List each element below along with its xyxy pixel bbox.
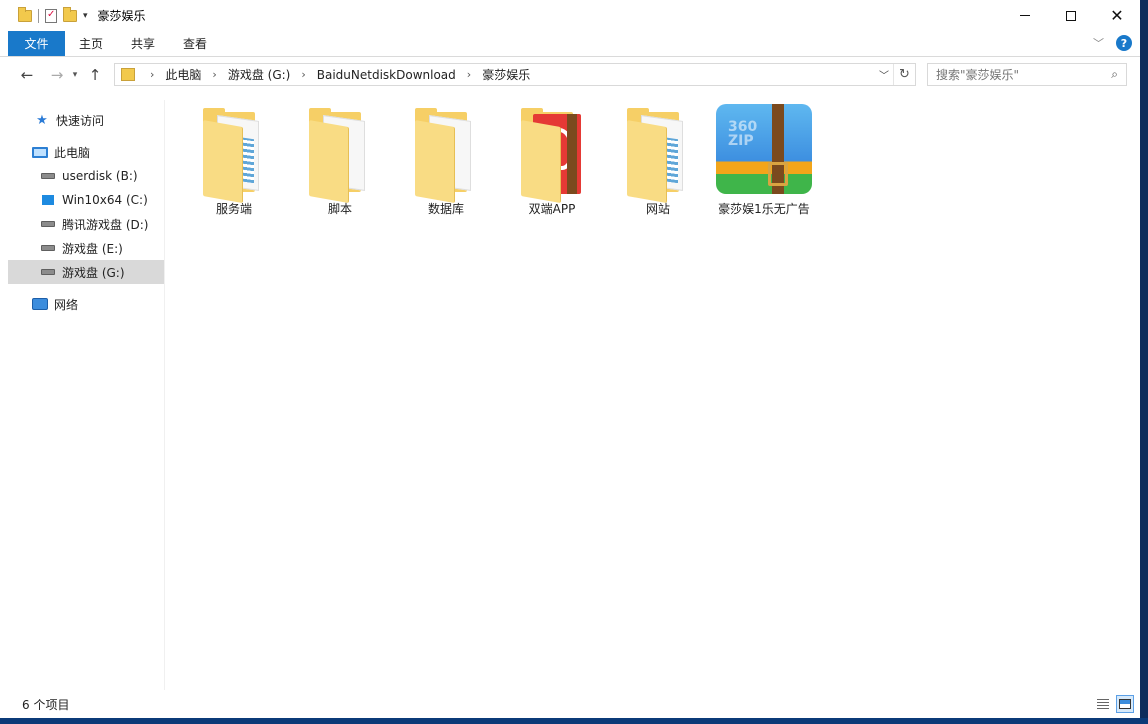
sidebar-item-label: 腾讯游戏盘 (D:): [62, 217, 149, 232]
status-bar: 6 个项目: [0, 692, 1140, 716]
folder-item-dual-app[interactable]: 双端APP: [502, 100, 602, 220]
quick-access-toolbar: ▾: [0, 0, 88, 31]
item-label: 数据库: [427, 202, 464, 216]
minimize-button[interactable]: [1002, 0, 1048, 31]
desktop-edge: [0, 718, 1148, 724]
folder-item-website[interactable]: 网站: [608, 100, 708, 220]
sidebar-item-drive-d[interactable]: 腾讯游戏盘 (D:): [8, 212, 164, 236]
sidebar-item-drive-e[interactable]: 游戏盘 (E:): [8, 236, 164, 260]
close-button[interactable]: ✕: [1094, 0, 1140, 31]
sidebar-item-label: 快速访问: [56, 113, 105, 128]
address-history-chevron-icon[interactable]: ﹀: [879, 67, 889, 82]
drive-icon: [40, 169, 56, 183]
folder-icon: [627, 108, 689, 204]
file-list: 服务端 脚本 数据库 双端APP 网站 360 ZIP 豪莎娱1乐无广告: [166, 100, 1140, 690]
pc-icon: [32, 145, 48, 159]
folder-icon: [521, 108, 583, 204]
search-box[interactable]: ⌕: [927, 63, 1127, 86]
sidebar-item-network[interactable]: 网络: [8, 292, 164, 316]
breadcrumb-separator-icon[interactable]: ›: [150, 68, 154, 81]
sidebar-item-label: 此电脑: [54, 145, 91, 160]
refresh-icon[interactable]: ↻: [893, 64, 915, 85]
large-icons-view-icon: [1119, 699, 1131, 709]
tab-share[interactable]: 共享: [117, 31, 169, 56]
folder-item-server[interactable]: 服务端: [184, 100, 284, 220]
tab-file[interactable]: 文件: [8, 31, 65, 56]
folder-icon: [121, 68, 135, 81]
view-switcher: [1094, 695, 1134, 713]
search-icon[interactable]: ⌕: [1111, 67, 1118, 82]
zip-item-archive[interactable]: 360 ZIP 豪莎娱1乐无广告: [714, 100, 814, 220]
navigation-bar: ← → ▾ ↑ › 此电脑 › 游戏盘 (G:) › BaiduNetdiskD…: [0, 57, 1140, 93]
maximize-icon: [1066, 10, 1076, 21]
folder-icon: [309, 108, 371, 204]
sidebar-item-label: Win10x64 (C:): [62, 193, 148, 207]
star-icon: ★: [36, 112, 48, 128]
close-icon: ✕: [1110, 6, 1124, 25]
drive-icon: [40, 265, 56, 279]
zip-archive-icon: 360 ZIP: [716, 104, 812, 194]
sidebar-item-label: 网络: [54, 297, 79, 312]
explorer-window: ▾ 豪莎娱乐 ✕ 文件 主页 共享 查看 ﹀ ? ← → ▾ ↑ › 此电脑 ›: [0, 0, 1148, 718]
item-label: 双端APP: [528, 202, 576, 216]
folder-icon: [18, 6, 32, 22]
tab-view[interactable]: 查看: [169, 31, 221, 56]
breadcrumb: › 此电脑 › 游戏盘 (G:) › BaiduNetdiskDownload …: [139, 66, 530, 83]
forward-arrow-icon[interactable]: →: [48, 66, 66, 84]
item-label: 豪莎娱1乐无广告: [718, 202, 810, 216]
breadcrumb-baidu-download[interactable]: BaiduNetdiskDownload: [317, 68, 456, 82]
up-arrow-icon[interactable]: ↑: [86, 66, 104, 84]
minimize-icon: [1020, 15, 1030, 16]
toolbar-divider: [38, 8, 39, 23]
help-icon[interactable]: ?: [1116, 35, 1132, 51]
drive-icon: [40, 241, 56, 255]
breadcrumb-separator-icon[interactable]: ›: [467, 68, 471, 81]
sidebar-item-drive-c[interactable]: Win10x64 (C:): [8, 188, 164, 212]
address-bar[interactable]: › 此电脑 › 游戏盘 (G:) › BaiduNetdiskDownload …: [114, 63, 916, 86]
breadcrumb-this-pc[interactable]: 此电脑: [165, 66, 201, 83]
window-title: 豪莎娱乐: [97, 9, 146, 23]
sidebar-item-label: 游戏盘 (G:): [62, 265, 125, 280]
drive-icon: [40, 217, 56, 231]
breadcrumb-separator-icon[interactable]: ›: [212, 68, 216, 81]
title-bar: ▾ 豪莎娱乐 ✕: [0, 0, 1140, 31]
sidebar-item-drive-b[interactable]: userdisk (B:): [8, 164, 164, 188]
network-icon: [32, 297, 48, 311]
breadcrumb-current-folder[interactable]: 豪莎娱乐: [482, 66, 530, 83]
ribbon-right-controls: ﹀ ?: [1093, 35, 1132, 51]
window-controls: ✕: [1002, 0, 1140, 31]
maximize-button[interactable]: [1048, 0, 1094, 31]
navigation-pane: ★ 快速访问 此电脑 userdisk (B:) Win10x64 (C:) 腾…: [8, 100, 165, 690]
sidebar-item-drive-g[interactable]: 游戏盘 (G:): [8, 260, 164, 284]
sidebar-item-label: 游戏盘 (E:): [62, 241, 123, 256]
item-label: 服务端: [215, 202, 252, 216]
new-folder-icon[interactable]: [63, 6, 77, 22]
large-icons-view-button[interactable]: [1116, 695, 1134, 713]
tab-home[interactable]: 主页: [65, 31, 117, 56]
zip-badge-text: 360 ZIP: [728, 119, 758, 149]
customize-toolbar-chevron-icon[interactable]: ▾: [83, 11, 88, 21]
breadcrumb-drive-g[interactable]: 游戏盘 (G:): [228, 66, 291, 83]
windows-drive-icon: [40, 193, 56, 207]
folder-item-scripts[interactable]: 脚本: [290, 100, 390, 220]
recent-locations-chevron-icon[interactable]: ▾: [68, 70, 82, 80]
folder-icon: [415, 108, 477, 204]
sidebar-item-this-pc[interactable]: 此电脑: [8, 140, 164, 164]
details-view-button[interactable]: [1094, 695, 1112, 713]
details-view-icon: [1097, 699, 1109, 709]
folder-icon: [203, 108, 265, 204]
properties-icon[interactable]: [45, 8, 57, 23]
ribbon-tabs: 文件 主页 共享 查看 ﹀ ?: [0, 31, 1140, 57]
sidebar-item-quick-access[interactable]: ★ 快速访问: [8, 108, 164, 132]
sidebar-item-label: userdisk (B:): [62, 169, 138, 183]
back-arrow-icon[interactable]: ←: [18, 66, 36, 84]
search-input[interactable]: [936, 67, 1096, 82]
item-count: 6 个项目: [22, 697, 70, 712]
expand-ribbon-chevron-icon[interactable]: ﹀: [1093, 35, 1104, 51]
breadcrumb-separator-icon[interactable]: ›: [301, 68, 305, 81]
folder-item-database[interactable]: 数据库: [396, 100, 496, 220]
